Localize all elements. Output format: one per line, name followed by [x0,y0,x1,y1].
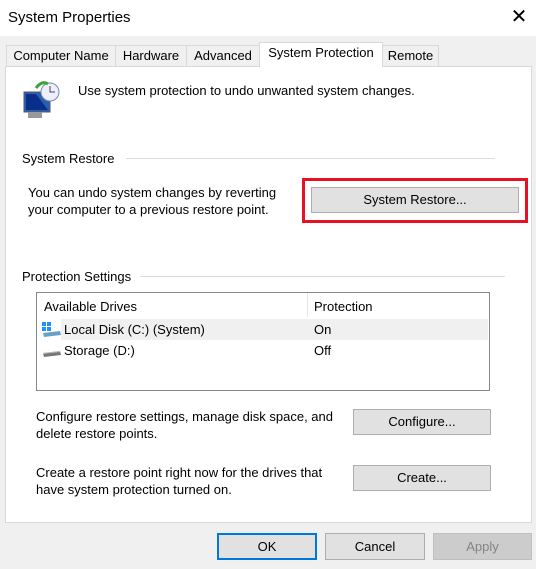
divider [140,276,505,277]
column-header-protection[interactable]: Protection [314,299,373,314]
ok-button[interactable]: OK [217,533,317,560]
tab-remote[interactable]: Remote [382,45,439,67]
window-title: System Properties [8,9,131,26]
create-button[interactable]: Create... [353,465,491,491]
cancel-button[interactable]: Cancel [325,533,425,560]
protection-settings-group-label: Protection Settings [22,269,132,284]
intro-text: Use system protection to undo unwanted s… [78,83,415,98]
system-restore-text-1: You can undo system changes by reverting [28,185,277,200]
system-protection-icon [23,81,60,118]
apply-button[interactable]: Apply [433,533,532,560]
drive-protection: On [314,322,332,337]
system-restore-button[interactable]: System Restore... [311,187,519,213]
system-restore-group-label: System Restore [22,151,115,166]
configure-text-2: delete restore points. [36,426,158,441]
tab-advanced[interactable]: Advanced [186,45,260,67]
system-restore-text-2: your computer to a previous restore poin… [28,202,269,217]
create-text-2: have system protection turned on. [36,482,232,497]
drive-name[interactable]: Local Disk (C:) (System) [64,322,205,337]
drive-name[interactable]: Storage (D:) [64,343,135,358]
column-header-drives[interactable]: Available Drives [44,299,137,314]
drive-protection: Off [314,343,332,358]
system-drive-icon [42,322,61,337]
close-button[interactable]: ✕ [506,4,532,30]
column-divider[interactable] [307,293,308,317]
configure-button[interactable]: Configure... [353,409,491,435]
drives-list[interactable]: Available Drives Protection Local Disk (… [36,292,490,391]
create-text-1: Create a restore point right now for the… [36,465,323,480]
tab-computer-name[interactable]: Computer Name [6,45,116,67]
divider [126,158,495,159]
drive-icon [43,351,61,357]
tab-hardware[interactable]: Hardware [115,45,187,67]
configure-text-1: Configure restore settings, manage disk … [36,409,334,424]
tab-system-protection[interactable]: System Protection [259,42,383,67]
title-bar: System Properties ✕ [0,0,536,36]
